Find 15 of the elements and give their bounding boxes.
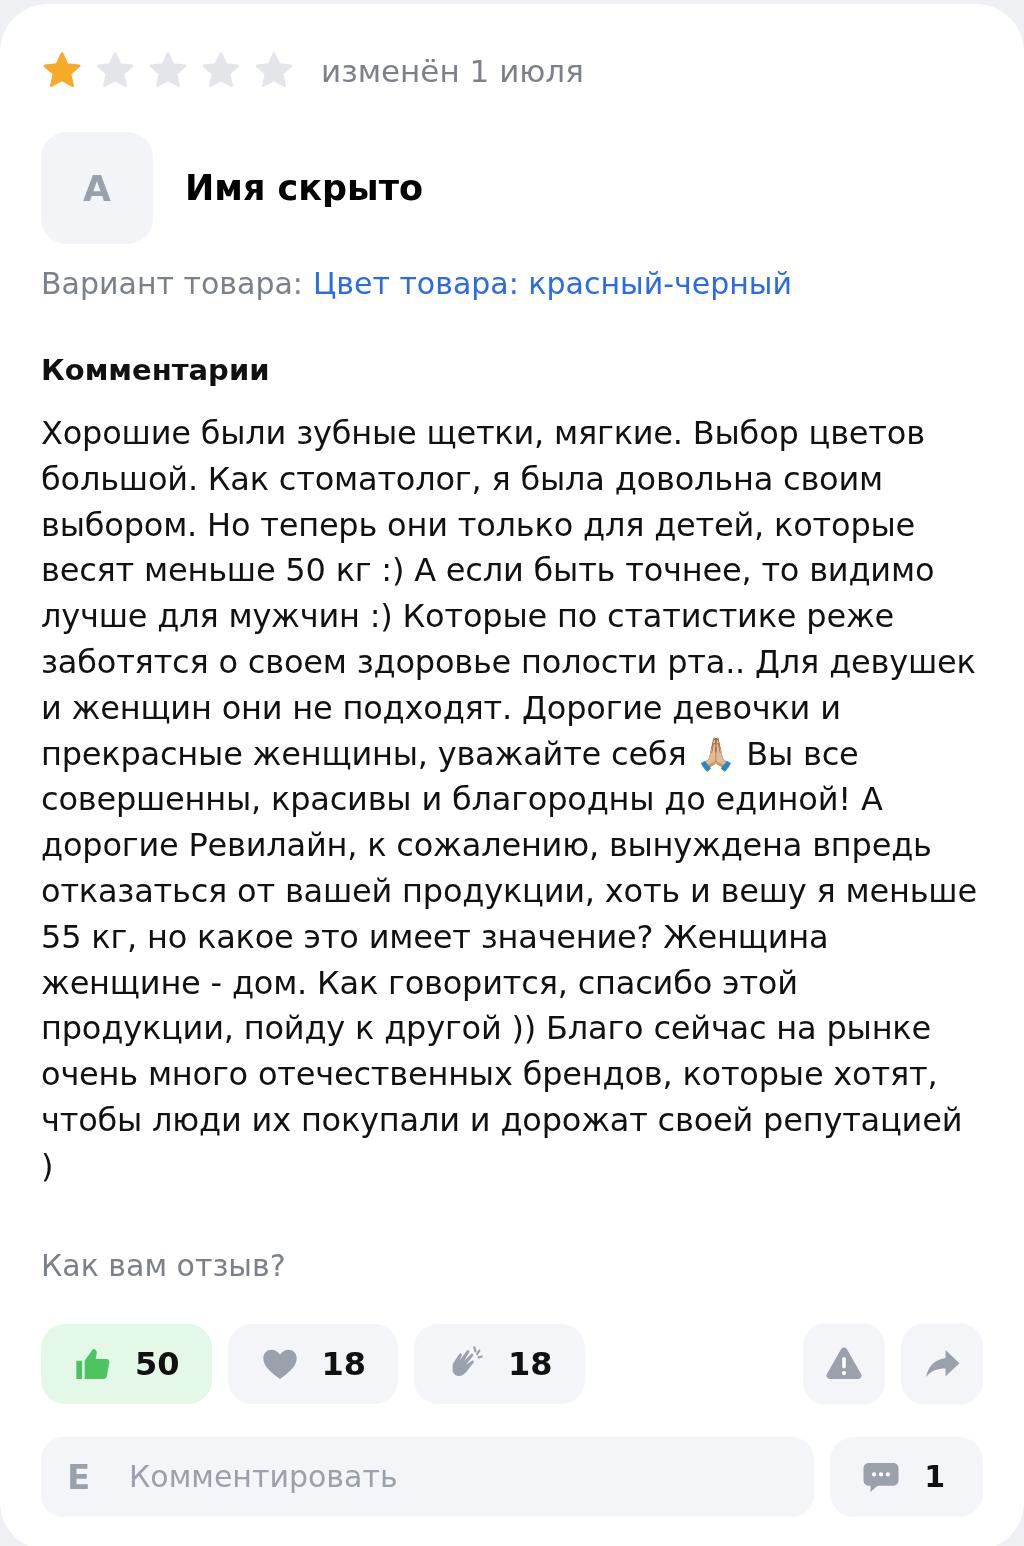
review-date: изменён 1 июля bbox=[321, 53, 584, 89]
author-name: Имя скрыто bbox=[185, 168, 424, 208]
comments-heading: Комментарии bbox=[41, 353, 271, 387]
variant-link[interactable]: Цвет товара: красный-черный bbox=[312, 266, 793, 301]
feedback-prompt: Как вам отзыв? bbox=[41, 1247, 287, 1283]
variant-label: Вариант товара: bbox=[41, 266, 303, 301]
reaction-button[interactable]: 18 bbox=[414, 1323, 585, 1404]
reaction-button[interactable]: 18 bbox=[227, 1323, 399, 1404]
avatar: А bbox=[41, 132, 153, 244]
comments-button[interactable]: 1 bbox=[830, 1436, 983, 1517]
share-button[interactable] bbox=[901, 1322, 983, 1405]
user-initial: Е bbox=[67, 1455, 91, 1498]
reaction-button[interactable]: 50 bbox=[41, 1323, 212, 1404]
review-text: Хорошие были зубные щетки, мягкие. Выбор цветов большой. Как стоматолог, я была довольна своим выбором. Но теперь они только для детей, которые весят меньше 50 кг :) А если быть точнее, то видимо лучше для мужчин :) Которые по статистике реже заботятся о своем здоровье полости рта.. Для девушек и женщин они не подходят. Дорогие девочки и прекрасные женщины, уважайте себя 🙏🏼 Вы все совершенны, красивы и благородны до единой! А дорогие Ревилайн, к сожалению, вынуждена впредь отказаться от вашей продукции, хоть и вешу я меньше 55 кг, но какое это имеет значение? Женщина женщине - дом. Как говорится, спасибо этой продукции, пойду к другой )) Благо сейчас на рынке очень много отечественных брендов, которые хотят, чтобы люди их покупали и дорожат своей репутацией ) bbox=[41, 413, 978, 1187]
report-button[interactable] bbox=[803, 1322, 885, 1405]
